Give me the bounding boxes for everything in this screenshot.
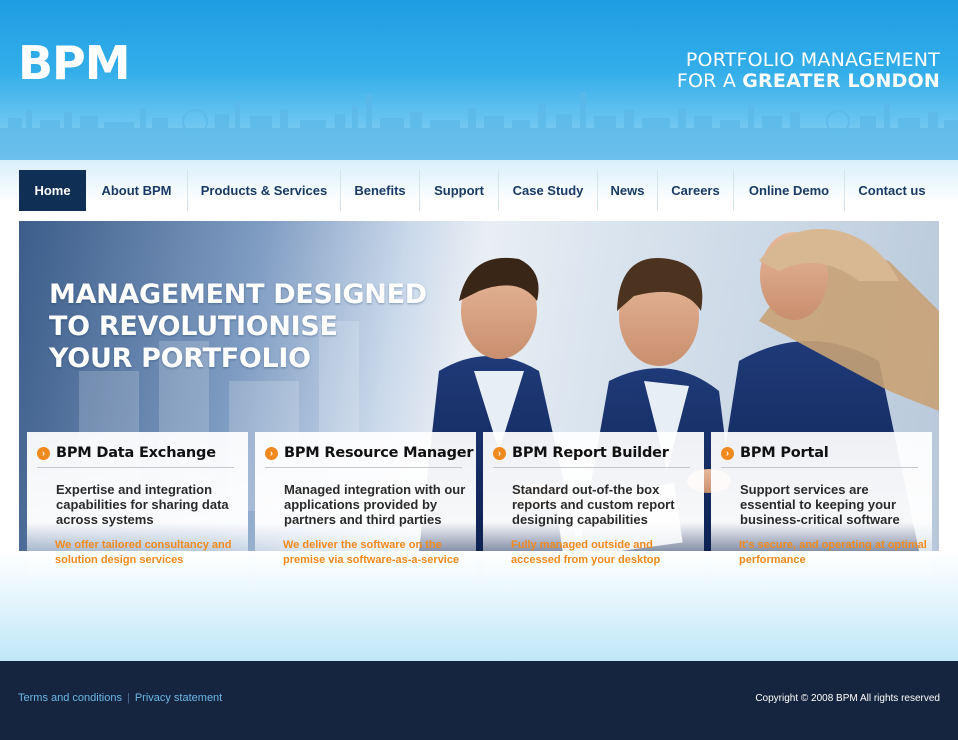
hero-headline-line2: TO REVOLUTIONISE (49, 311, 338, 342)
hero-headline: MANAGEMENT DESIGNED TO REVOLUTIONISE YOU… (49, 279, 427, 375)
card-note: We deliver the software on the premise v… (283, 539, 460, 566)
nav-item-careers[interactable]: Careers (658, 170, 734, 211)
copyright-text: Copyright © 2008 BPM All rights reserved (755, 693, 940, 704)
nav-item-case-study[interactable]: Case Study (499, 170, 598, 211)
orange-arrow-icon: › (37, 446, 50, 460)
product-cards: › BPM Data Exchange Expertise and integr… (27, 432, 932, 582)
orange-arrow-icon: › (493, 446, 506, 460)
card-description: Managed integration with our application… (284, 482, 466, 527)
card-title[interactable]: BPM Data Exchange (56, 445, 216, 461)
footer-links: Terms and conditions | Privacy statement (18, 692, 222, 704)
card-title[interactable]: BPM Resource Manager (284, 445, 474, 461)
site-footer: Terms and conditions | Privacy statement C… (0, 661, 958, 740)
tagline-line1: PORTFOLIO MANAGEMENT (685, 49, 940, 71)
hero-headline-line1: MANAGEMENT DESIGNED (49, 279, 427, 310)
card-report-builder[interactable]: › BPM Report Builder Standard out-of-the… (483, 432, 704, 582)
card-description: Support services are essential to keepin… (740, 482, 900, 527)
card-resource-manager[interactable]: › BPM Resource Manager Managed integrati… (255, 432, 476, 582)
nav-item-online-demo[interactable]: Online Demo (734, 170, 845, 211)
nav-item-news[interactable]: News (598, 170, 658, 211)
tagline-bold: GREATER LONDON (742, 70, 940, 92)
tagline-line2: FOR A GREATER LONDON (677, 71, 940, 92)
main-nav: Home About BPM Products & Services Benef… (19, 170, 939, 211)
card-data-exchange[interactable]: › BPM Data Exchange Expertise and integr… (27, 432, 248, 582)
nav-item-about[interactable]: About BPM (86, 170, 188, 211)
nav-item-contact[interactable]: Contact us (845, 170, 939, 211)
card-note: Fully managed outside and accessed from … (511, 539, 661, 566)
hero-headline-line3: YOUR PORTFOLIO (49, 343, 311, 374)
card-portal[interactable]: › BPM Portal Support services are essent… (711, 432, 932, 582)
footer-separator: | (126, 692, 130, 704)
site-logo[interactable]: BPM (18, 40, 131, 86)
card-header: › BPM Portal (721, 445, 918, 468)
orange-arrow-icon: › (265, 446, 278, 460)
nav-item-benefits[interactable]: Benefits (341, 170, 420, 211)
card-header: › BPM Data Exchange (37, 445, 234, 468)
card-header: › BPM Resource Manager (265, 445, 474, 468)
card-note: We offer tailored consultancy and soluti… (55, 539, 232, 566)
card-note: It's secure, and operating at optimal pe… (739, 539, 927, 566)
nav-item-support[interactable]: Support (420, 170, 499, 211)
nav-item-home[interactable]: Home (19, 170, 86, 211)
card-title[interactable]: BPM Report Builder (512, 445, 669, 461)
london-skyline-image (0, 92, 958, 160)
site-tagline: PORTFOLIO MANAGEMENT FOR A GREATER LONDO… (677, 50, 940, 92)
orange-arrow-icon: › (721, 446, 734, 460)
nav-item-products-services[interactable]: Products & Services (188, 170, 341, 211)
nav-bar: Home About BPM Products & Services Benef… (0, 160, 958, 221)
card-title[interactable]: BPM Portal (740, 445, 829, 461)
site-header: BPM PORTFOLIO MANAGEMENT FOR A GREATER L… (0, 0, 958, 160)
card-description: Expertise and integration capabilities f… (56, 482, 229, 527)
card-header: › BPM Report Builder (493, 445, 690, 468)
privacy-link[interactable]: Privacy statement (135, 692, 222, 704)
tagline-prefix: FOR A (676, 70, 743, 92)
card-description: Standard out-of-the box reports and cust… (512, 482, 675, 527)
terms-link[interactable]: Terms and conditions (18, 692, 122, 704)
